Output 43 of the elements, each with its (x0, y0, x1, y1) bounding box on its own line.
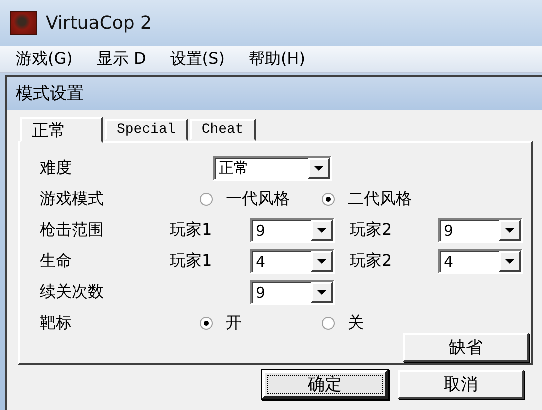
dropdown[interactable]: 9 (250, 280, 335, 305)
radio-button[interactable] (322, 193, 335, 206)
radio-label[interactable]: 一代风格 (226, 189, 290, 210)
field-label: 生命 (40, 251, 73, 272)
tab[interactable]: Special (105, 119, 188, 141)
window-title: VirtuaCop 2 (46, 12, 152, 34)
caret-icon (505, 228, 515, 233)
field-label: 枪击范围 (40, 220, 105, 241)
radio-button[interactable] (200, 193, 213, 206)
menu-item[interactable]: 设置(S) (162, 48, 233, 70)
radio-label[interactable]: 二代风格 (348, 189, 412, 210)
field-label: 续关次数 (40, 282, 105, 303)
menu-item[interactable]: 帮助(H) (240, 48, 314, 70)
radio-label[interactable]: 关 (348, 313, 364, 334)
caret-icon (314, 166, 324, 171)
dropdown[interactable]: 正常 (213, 156, 332, 181)
field-label: 靶标 (40, 313, 73, 334)
field-label: 玩家2 (349, 220, 394, 241)
field-label: 玩家1 (170, 251, 214, 272)
tab[interactable]: 正常 (20, 117, 103, 143)
caret-icon (317, 290, 327, 295)
tab[interactable]: Cheat (190, 119, 256, 141)
default-button[interactable]: 缺省 (403, 333, 529, 362)
caret-icon (317, 259, 327, 264)
caret-icon (505, 259, 515, 264)
field-label: 游戏模式 (40, 189, 105, 210)
dialog-title: 模式设置 (16, 83, 84, 105)
ok-button[interactable]: 确定 (262, 370, 388, 399)
dropdown[interactable]: 9 (438, 218, 523, 243)
radio-button[interactable] (322, 317, 335, 330)
field-label: 玩家1 (170, 220, 214, 241)
cancel-button[interactable]: 取消 (398, 370, 524, 399)
app-icon (10, 11, 37, 35)
field-label: 难度 (40, 158, 73, 179)
dropdown[interactable]: 4 (250, 249, 335, 274)
caret-icon (317, 228, 327, 233)
dropdown[interactable]: 9 (250, 218, 335, 243)
field-label: 玩家2 (349, 251, 394, 272)
menu-item[interactable]: 显示 D (88, 48, 154, 70)
dropdown[interactable]: 4 (438, 249, 523, 274)
radio-label[interactable]: 开 (226, 313, 242, 334)
radio-button[interactable] (200, 317, 213, 330)
menu-item[interactable]: 游戏(G) (8, 48, 81, 70)
